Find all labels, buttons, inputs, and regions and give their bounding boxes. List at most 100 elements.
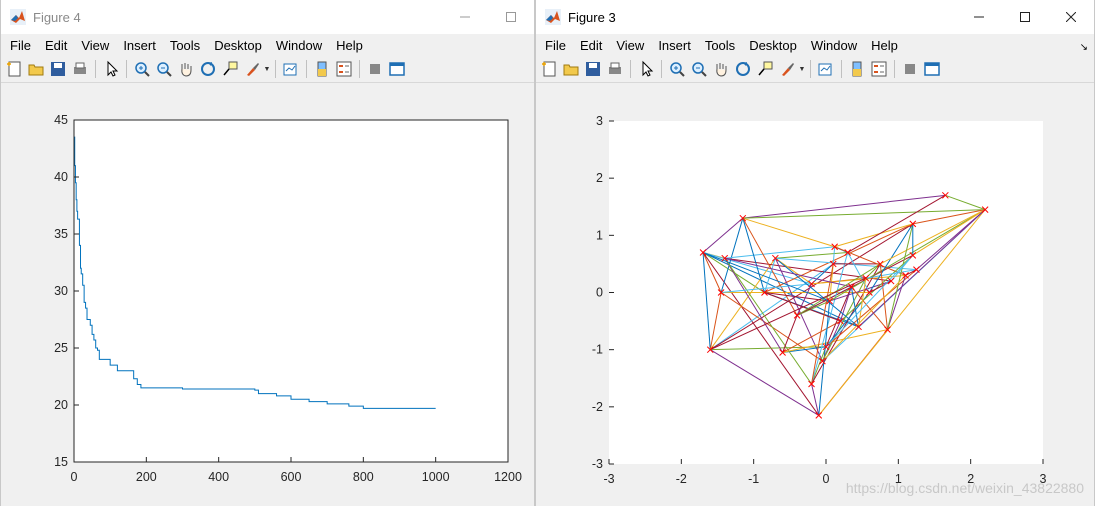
new-figure-icon[interactable] (3, 58, 25, 80)
toolbar-separator (661, 60, 662, 78)
brush-icon[interactable] (776, 58, 798, 80)
menu-tools[interactable]: Tools (700, 38, 740, 53)
zoom-out-icon[interactable] (153, 58, 175, 80)
y-tick-label: 2 (596, 171, 603, 185)
pointer-icon[interactable] (635, 58, 657, 80)
close-button[interactable] (1048, 0, 1094, 34)
menu-desktop[interactable]: Desktop (209, 38, 267, 53)
dropdown-arrow-icon[interactable]: ▼ (263, 58, 271, 80)
y-tick-label: 40 (54, 170, 68, 184)
minimize-button[interactable] (956, 0, 1002, 34)
pointer-icon[interactable] (100, 58, 122, 80)
menu-edit[interactable]: Edit (575, 38, 607, 53)
y-tick-label: 20 (54, 398, 68, 412)
menu-view[interactable]: View (611, 38, 649, 53)
insert-legend-icon[interactable] (868, 58, 890, 80)
toolbar-separator (275, 60, 276, 78)
new-figure-icon[interactable] (538, 58, 560, 80)
menu-insert[interactable]: Insert (118, 38, 161, 53)
menu-bar: File Edit View Insert Tools Desktop Wind… (1, 34, 534, 56)
watermark-text: https://blog.csdn.net/weixin_43822880 (845, 480, 1084, 496)
matlab-icon (545, 9, 561, 25)
x-tick-label: 0 (823, 472, 830, 486)
y-tick-label: -2 (592, 400, 603, 414)
menu-tools[interactable]: Tools (165, 38, 205, 53)
menu-file[interactable]: File (540, 38, 571, 53)
toolbar: ▼ (1, 56, 534, 83)
y-tick-label: 1 (596, 228, 603, 242)
axes-background (74, 120, 508, 462)
zoom-out-icon[interactable] (688, 58, 710, 80)
insert-colorbar-icon[interactable] (311, 58, 333, 80)
window-title: Figure 3 (568, 9, 616, 25)
menu-edit[interactable]: Edit (40, 38, 72, 53)
dropdown-arrow-icon[interactable]: ▼ (798, 58, 806, 80)
toolbar-separator (841, 60, 842, 78)
x-tick-label: 600 (281, 470, 302, 484)
menu-window[interactable]: Window (271, 38, 327, 53)
y-tick-label: 35 (54, 227, 68, 241)
x-tick-label: 800 (353, 470, 374, 484)
link-plot-icon[interactable] (280, 58, 302, 80)
save-icon[interactable] (47, 58, 69, 80)
menu-window[interactable]: Window (806, 38, 862, 53)
menu-insert[interactable]: Insert (653, 38, 696, 53)
link-plot-icon[interactable] (815, 58, 837, 80)
x-tick-label: -3 (603, 472, 614, 486)
rotate-3d-icon[interactable] (732, 58, 754, 80)
menu-help[interactable]: Help (866, 38, 903, 53)
title-bar[interactable]: Figure 3 (536, 0, 1094, 34)
minimize-button[interactable] (442, 0, 488, 34)
data-cursor-icon[interactable] (754, 58, 776, 80)
y-tick-label: 25 (54, 341, 68, 355)
x-tick-label: 200 (136, 470, 157, 484)
figure-4-window: Figure 4 File Edit View Insert Tools Des… (0, 0, 535, 506)
menu-help[interactable]: Help (331, 38, 368, 53)
open-file-icon[interactable] (25, 58, 47, 80)
toolbar-separator (894, 60, 895, 78)
minimize-icon (974, 16, 984, 18)
matlab-icon (10, 9, 26, 25)
x-tick-label: -1 (748, 472, 759, 486)
print-icon[interactable] (69, 58, 91, 80)
zoom-in-icon[interactable] (131, 58, 153, 80)
y-tick-label: 30 (54, 284, 68, 298)
brush-icon[interactable] (241, 58, 263, 80)
y-tick-label: 3 (596, 114, 603, 128)
insert-colorbar-icon[interactable] (846, 58, 868, 80)
menu-file[interactable]: File (5, 38, 36, 53)
title-bar[interactable]: Figure 4 (1, 0, 534, 34)
save-icon[interactable] (582, 58, 604, 80)
insert-legend-icon[interactable] (333, 58, 355, 80)
pan-hand-icon[interactable] (175, 58, 197, 80)
hide-plot-tools-icon[interactable] (899, 58, 921, 80)
open-file-icon[interactable] (560, 58, 582, 80)
y-tick-label: -3 (592, 457, 603, 471)
dock-arrow-icon[interactable]: ↘ (1080, 42, 1088, 53)
print-icon[interactable] (604, 58, 626, 80)
plot-figure-3: -3 -2 -1 0 1 2 3-3-2-10123 (592, 114, 1047, 486)
rotate-3d-icon[interactable] (197, 58, 219, 80)
x-tick-label: 400 (208, 470, 229, 484)
toolbar: ▼ (536, 56, 1094, 83)
x-tick-label: -2 (676, 472, 687, 486)
toolbar-separator (630, 60, 631, 78)
show-plot-tools-icon[interactable] (921, 58, 943, 80)
figure-3-window: Figure 3 File Edit View Insert Tools Des… (535, 0, 1095, 506)
hide-plot-tools-icon[interactable] (364, 58, 386, 80)
minimize-icon (460, 16, 470, 18)
pan-hand-icon[interactable] (710, 58, 732, 80)
maximize-button[interactable] (488, 0, 534, 34)
menu-view[interactable]: View (76, 38, 114, 53)
show-plot-tools-icon[interactable] (386, 58, 408, 80)
toolbar-separator (95, 60, 96, 78)
toolbar-separator (810, 60, 811, 78)
zoom-in-icon[interactable] (666, 58, 688, 80)
toolbar-separator (359, 60, 360, 78)
data-cursor-icon[interactable] (219, 58, 241, 80)
maximize-button[interactable] (1002, 0, 1048, 34)
window-title: Figure 4 (33, 9, 81, 25)
y-tick-label: 45 (54, 113, 68, 127)
menu-bar: File Edit View Insert Tools Desktop Wind… (536, 34, 1094, 56)
menu-desktop[interactable]: Desktop (744, 38, 802, 53)
